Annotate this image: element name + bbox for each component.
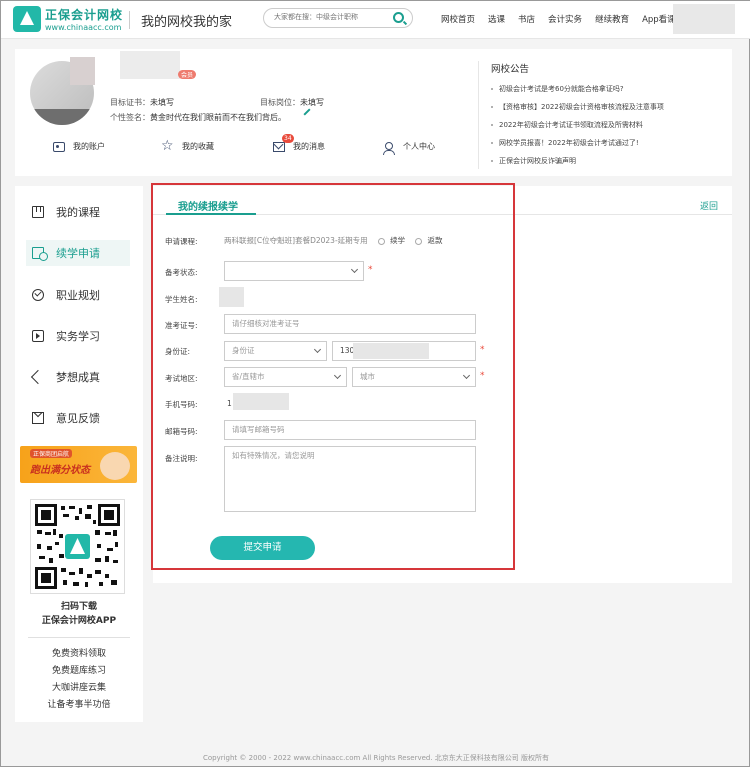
banner-headline: 跑出满分状态 [30, 465, 90, 476]
quick-link-label: 我的收藏 [182, 142, 214, 151]
highlight-box [151, 183, 515, 570]
sidebar-item-dreams[interactable]: 梦想成真 [26, 364, 130, 390]
header-slogan: 我的网校我的家 [141, 15, 233, 30]
sidebar-item-my-courses[interactable]: 我的课程 [26, 199, 130, 225]
user-avatar-top[interactable] [673, 4, 735, 34]
profile-card: 会员 目标证书：未填写 目标岗位：未填写 个性签名：黄金时代在我们眼前而不在我们… [15, 49, 732, 176]
search-icon[interactable] [393, 12, 404, 23]
nav-bookstore[interactable]: 书店 [518, 13, 535, 25]
target-cert-value: 未填写 [150, 98, 174, 107]
edit-signature-icon[interactable] [303, 108, 311, 116]
qr-code-icon [35, 504, 120, 589]
message-count-badge: 34 [282, 133, 294, 143]
nav-home[interactable]: 网校首页 [441, 13, 475, 25]
sidebar-link[interactable]: 大咖讲座云集 [15, 680, 143, 697]
app-qr-code [30, 499, 125, 594]
top-bar: 正保会计网校 www.chinaacc.com 我的网校我的家 网校首页 选课 … [1, 1, 750, 39]
sidebar-link[interactable]: 免费资料领取 [15, 646, 143, 663]
blurred-username [120, 51, 180, 79]
notice-item[interactable]: 正保会计网校反诈骗声明 [491, 152, 664, 170]
top-nav: 网校首页 选课 书店 会计实务 继续教育 App看课 [441, 13, 676, 25]
footer-copyright: Copyright © 2000 - 2022 www.chinaacc.com… [202, 754, 550, 762]
blurred-name [70, 57, 95, 85]
mail-icon [32, 412, 44, 424]
logo-url: www.chinaacc.com [45, 23, 122, 32]
logo-mark-icon [13, 6, 41, 32]
quick-link-label: 我的账户 [73, 142, 105, 151]
sidebar-divider [28, 637, 130, 638]
quick-link-account[interactable]: 我的账户 [53, 141, 105, 152]
signature-value: 黄金时代在我们眼前而不在我们背后。 [150, 113, 286, 122]
sidebar-link[interactable]: 让备考事半功倍 [15, 697, 143, 714]
sidebar-item-label: 意见反馈 [56, 412, 100, 425]
user-icon [383, 141, 395, 155]
target-post: 目标岗位：未填写 [260, 97, 324, 108]
message-icon: 34 [273, 133, 294, 152]
target-cert: 目标证书：未填写 [110, 97, 174, 108]
doc-search-icon [32, 247, 48, 261]
sidebar-item-career[interactable]: 职业规划 [26, 282, 130, 308]
target-post-value: 未填写 [300, 98, 324, 107]
sidebar-item-label: 续学申请 [56, 247, 100, 260]
promo-banner[interactable]: 正保商团启航 跑出满分状态 [20, 446, 137, 483]
sidebar-item-practice[interactable]: 实务学习 [26, 323, 130, 349]
sidebar-item-renewal[interactable]: 续学申请 [26, 240, 130, 266]
nav-app[interactable]: App看课 [642, 13, 676, 25]
sidebar-item-label: 我的课程 [56, 206, 100, 219]
quick-link-messages[interactable]: 34 我的消息 [273, 133, 325, 152]
logo-title: 正保会计网校 [45, 8, 124, 22]
send-icon [32, 371, 44, 383]
notice-divider [478, 61, 479, 169]
sidebar-item-feedback[interactable]: 意见反馈 [26, 405, 130, 431]
sidebar-links: 免费资料领取 免费题库练习 大咖讲座云集 让备考事半功倍 [15, 646, 143, 714]
notice-title: 网校公告 [491, 64, 530, 75]
account-icon [53, 141, 65, 152]
sidebar-item-label: 职业规划 [56, 289, 100, 302]
search-box [263, 8, 413, 28]
sidebar-item-label: 实务学习 [56, 330, 100, 343]
nav-continuing-education[interactable]: 继续教育 [595, 13, 629, 25]
banner-tag: 正保商团启航 [30, 449, 73, 458]
quick-link-label: 我的消息 [293, 142, 325, 151]
sidebar-link[interactable]: 免费题库练习 [15, 663, 143, 680]
notice-item[interactable]: 网校学员报喜！2022年初级会计考试通过了! [491, 134, 664, 152]
sidebar-item-label: 梦想成真 [56, 371, 100, 384]
qr-caption-app: 正保会计网校APP [41, 616, 117, 626]
header-divider [129, 11, 130, 29]
qr-caption-download: 扫码下载 [60, 602, 97, 612]
back-link[interactable]: 返回 [700, 199, 718, 212]
notice-item[interactable]: 【资格审核】2022初级会计资格审核流程及注意事项 [491, 98, 664, 116]
check-circle-icon [32, 289, 44, 301]
nav-courses[interactable]: 选课 [488, 13, 505, 25]
nav-accounting-practice[interactable]: 会计实务 [548, 13, 582, 25]
target-cert-label: 目标证书： [110, 98, 150, 107]
vip-badge: 会员 [178, 70, 197, 79]
sidebar: 我的课程 续学申请 职业规划 实务学习 梦想成真 意见反馈 正保商团启航 跑出满… [15, 186, 143, 722]
quick-link-personal-center[interactable]: 个人中心 [383, 141, 435, 155]
notice-item[interactable]: 2022年初级会计考试证书领取流程及所需材料 [491, 116, 664, 134]
signature: 个性签名：黄金时代在我们眼前而不在我们背后。 [110, 112, 286, 123]
book-icon [32, 206, 44, 218]
site-logo[interactable]: 正保会计网校 www.chinaacc.com [13, 6, 123, 32]
search-input[interactable] [274, 13, 384, 21]
banner-character-icon [100, 452, 130, 480]
quick-link-favorites[interactable]: 我的收藏 [161, 138, 214, 154]
signature-label: 个性签名： [110, 113, 150, 122]
play-icon [32, 330, 44, 342]
quick-link-label: 个人中心 [403, 142, 435, 151]
notice-list: 初级会计考试是考60分就能合格拿证吗? 【资格审核】2022初级会计资格审核流程… [491, 80, 664, 170]
star-icon [161, 138, 174, 154]
notice-item[interactable]: 初级会计考试是考60分就能合格拿证吗? [491, 80, 664, 98]
target-post-label: 目标岗位： [260, 98, 300, 107]
